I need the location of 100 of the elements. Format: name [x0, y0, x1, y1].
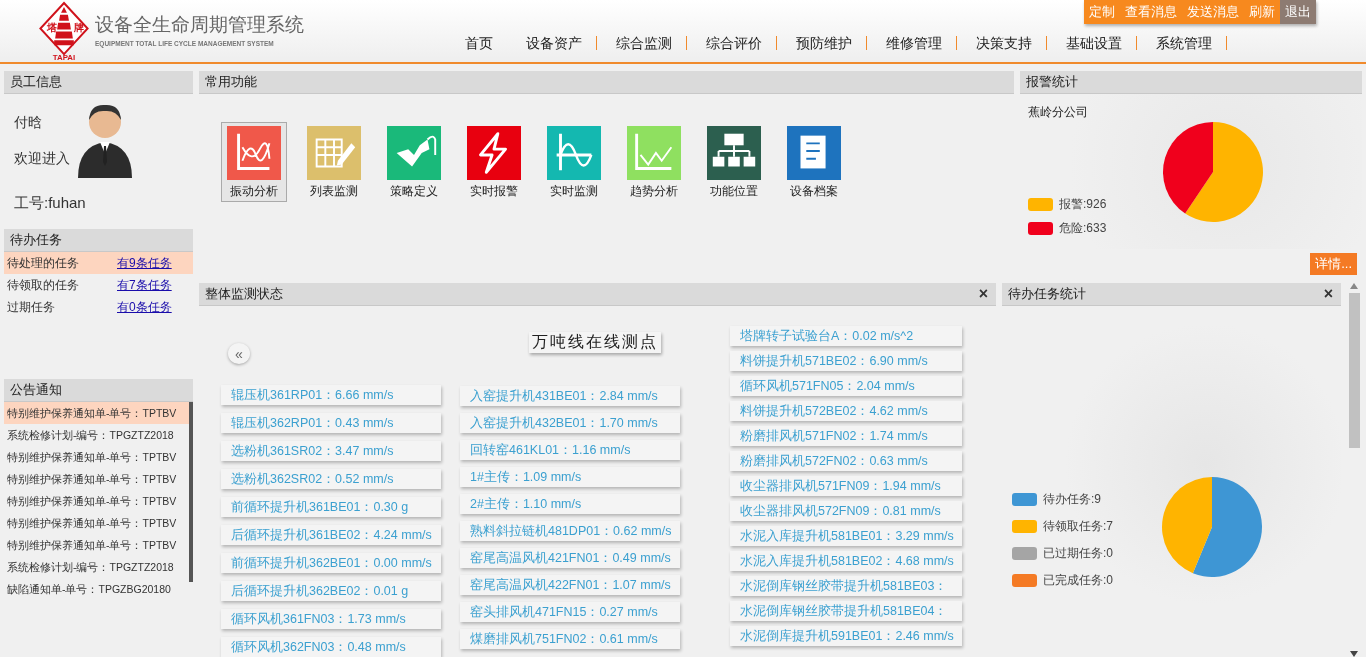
measurement-reading[interactable]: 2#主传：1.10 mm/s — [460, 494, 680, 514]
task-link[interactable]: 有7条任务 — [101, 274, 172, 296]
panel-title: 公告通知 — [10, 382, 62, 399]
avatar-icon — [76, 102, 134, 178]
measurement-reading[interactable]: 选粉机361SR02：3.47 mm/s — [221, 441, 441, 461]
toolbar-button[interactable]: 查看消息 — [1120, 0, 1182, 24]
collapse-button[interactable]: « — [228, 343, 250, 364]
task-row[interactable]: 过期任务 有0条任务 — [4, 296, 193, 318]
measurement-reading[interactable]: 窑尾高温风机421FN01：0.49 mm/s — [460, 548, 680, 568]
scrollbar-thumb[interactable] — [1348, 293, 1360, 448]
document-icon — [787, 126, 841, 180]
function-button[interactable]: 振动分析 — [221, 122, 287, 202]
notice-item[interactable]: 缺陷通知单-单号：TPGZBG20180 — [4, 578, 189, 600]
scroll-up-icon — [1350, 283, 1358, 289]
app-title: 设备全生命周期管理系统 — [95, 12, 304, 37]
legend-label: 待办任务:9 — [1043, 491, 1101, 508]
section-heading: 万吨线在线测点 — [529, 332, 661, 353]
panel-title: 待办任务统计 — [1008, 286, 1086, 303]
measurement-reading[interactable]: 前循环提升机361BE01：0.30 g — [221, 497, 441, 517]
measurement-reading[interactable]: 循环风机571FN05：2.04 mm/s — [730, 376, 962, 396]
measurement-reading[interactable]: 水泥倒库钢丝胶带提升机581BE04： — [730, 601, 962, 621]
measurement-reading[interactable]: 水泥入库提升机581BE01：3.29 mm/s — [730, 526, 962, 546]
nav-item[interactable]: 预防维护 — [777, 36, 867, 50]
scrollbar-thumb[interactable] — [189, 402, 193, 582]
measurement-reading[interactable]: 后循环提升机362BE02：0.01 g — [221, 581, 441, 601]
task-row[interactable]: 待领取的任务 有7条任务 — [4, 274, 193, 296]
nav-item[interactable]: 首页 — [446, 36, 507, 50]
measurement-reading[interactable]: 前循环提升机362BE01：0.00 mm/s — [221, 553, 441, 573]
panel-title: 报警统计 — [1026, 74, 1078, 91]
toolbar-button[interactable]: 发送消息 — [1182, 0, 1244, 24]
notice-item[interactable]: 特别维护保养通知单-单号：TPTBV — [4, 402, 189, 424]
user-name: 付晗 — [14, 114, 43, 132]
function-button[interactable]: 列表监测 — [301, 122, 367, 202]
notice-item[interactable]: 特别维护保养通知单-单号：TPTBV — [4, 446, 189, 468]
measurement-reading[interactable]: 塔牌转子试验台A：0.02 m/s^2 — [730, 326, 962, 346]
measurement-reading[interactable]: 辊压机362RP01：0.43 mm/s — [221, 413, 441, 433]
task-link[interactable]: 有9条任务 — [101, 252, 172, 274]
task-label: 待领取的任务 — [6, 277, 80, 294]
measurement-reading[interactable]: 窑头排风机471FN15：0.27 mm/s — [460, 602, 680, 622]
measurement-reading[interactable]: 料饼提升机571BE02：6.90 mm/s — [730, 351, 962, 371]
notice-item[interactable]: 特别维护保养通知单-单号：TPTBV — [4, 490, 189, 512]
legend-label: 报警:926 — [1059, 196, 1107, 213]
measurement-reading[interactable]: 粉磨排风机572FN02：0.63 mm/s — [730, 451, 962, 471]
function-button[interactable]: 实时报警 — [461, 122, 527, 202]
measurement-reading[interactable]: 粉磨排风机571FN02：1.74 mm/s — [730, 426, 962, 446]
legend-label: 已完成任务:0 — [1043, 572, 1113, 589]
logout-button[interactable]: 退出 — [1280, 0, 1316, 24]
measurement-reading[interactable]: 循环风机362FN03：0.48 mm/s — [221, 637, 441, 657]
close-button[interactable]: × — [1315, 283, 1341, 305]
nav-item[interactable]: 综合评价 — [687, 36, 777, 50]
measurement-reading[interactable]: 回转窑461KL01：1.16 mm/s — [460, 440, 680, 460]
logo-drawing: 塔 牌 TAPAI — [38, 1, 90, 61]
toolbar-button[interactable]: 定制 — [1084, 0, 1120, 24]
measurement-reading[interactable]: 入窑提升机432BE01：1.70 mm/s — [460, 413, 680, 433]
measurement-reading[interactable]: 料饼提升机572BE02：4.62 mm/s — [730, 401, 962, 421]
function-button[interactable]: 实时监测 — [541, 122, 607, 202]
table-edit-icon — [307, 126, 361, 180]
measurement-reading[interactable]: 煤磨排风机751FN02：0.61 mm/s — [460, 629, 680, 649]
measurement-reading[interactable]: 后循环提升机361BE02：4.24 mm/s — [221, 525, 441, 545]
task-link[interactable]: 有0条任务 — [101, 296, 172, 318]
close-button[interactable]: × — [970, 283, 996, 305]
measurement-reading[interactable]: 辊压机361RP01：6.66 mm/s — [221, 385, 441, 405]
notice-item[interactable]: 特别维护保养通知单-单号：TPTBV — [4, 512, 189, 534]
task-label: 待处理的任务 — [6, 255, 80, 272]
function-button[interactable]: 策略定义 — [381, 122, 447, 202]
scroll-down-icon — [1350, 651, 1358, 657]
notice-item[interactable]: 特别维护保养通知单-单号：TPTBV — [4, 468, 189, 490]
hierarchy-icon — [707, 126, 761, 180]
measurement-reading[interactable]: 收尘器排风机572FN09：0.81 mm/s — [730, 501, 962, 521]
notice-item[interactable]: 特别维护保养通知单-单号：TPTBV — [4, 534, 189, 556]
task-row[interactable]: 待处理的任务 有9条任务 — [4, 252, 193, 274]
measurement-reading[interactable]: 收尘器排风机571FN09：1.94 mm/s — [730, 476, 962, 496]
measurement-reading[interactable]: 水泥倒库钢丝胶带提升机581BE03： — [730, 576, 962, 596]
notice-item[interactable]: 系统检修计划-编号：TPGZTZ2018 — [4, 424, 189, 446]
legend-label: 已过期任务:0 — [1043, 545, 1113, 562]
line-chart-icon — [227, 126, 281, 180]
nav-item[interactable]: 系统管理 — [1137, 36, 1227, 50]
measurement-reading[interactable]: 熟料斜拉链机481DP01：0.62 mm/s — [460, 521, 680, 541]
details-button[interactable]: 详情... — [1310, 253, 1357, 275]
welcome-text: 欢迎进入 — [14, 150, 70, 168]
legend-label: 待领取任务:7 — [1043, 518, 1113, 535]
toolbar-button[interactable]: 刷新 — [1244, 0, 1280, 24]
measurement-reading[interactable]: 水泥入库提升机581BE02：4.68 mm/s — [730, 551, 962, 571]
function-button[interactable]: 趋势分析 — [621, 122, 687, 202]
nav-item[interactable]: 决策支持 — [957, 36, 1047, 50]
function-button[interactable]: 设备档案 — [781, 122, 847, 202]
nav-item[interactable]: 基础设置 — [1047, 36, 1137, 50]
lightning-icon — [467, 126, 521, 180]
measurement-reading[interactable]: 窑尾高温风机422FN01：1.07 mm/s — [460, 575, 680, 595]
nav-item[interactable]: 维修管理 — [867, 36, 957, 50]
nav-item[interactable]: 设备资产 — [507, 36, 597, 50]
measurement-reading[interactable]: 循环风机361FN03：1.73 mm/s — [221, 609, 441, 629]
panel-title: 常用功能 — [205, 74, 257, 91]
measurement-reading[interactable]: 水泥倒库提升机591BE01：2.46 mm/s — [730, 626, 962, 646]
notice-item[interactable]: 系统检修计划-编号：TPGZTZ2018 — [4, 556, 189, 578]
measurement-reading[interactable]: 入窑提升机431BE01：2.84 mm/s — [460, 386, 680, 406]
measurement-reading[interactable]: 1#主传：1.09 mm/s — [460, 467, 680, 487]
nav-item[interactable]: 综合监测 — [597, 36, 687, 50]
function-button[interactable]: 功能位置 — [701, 122, 767, 202]
measurement-reading[interactable]: 选粉机362SR02：0.52 mm/s — [221, 469, 441, 489]
